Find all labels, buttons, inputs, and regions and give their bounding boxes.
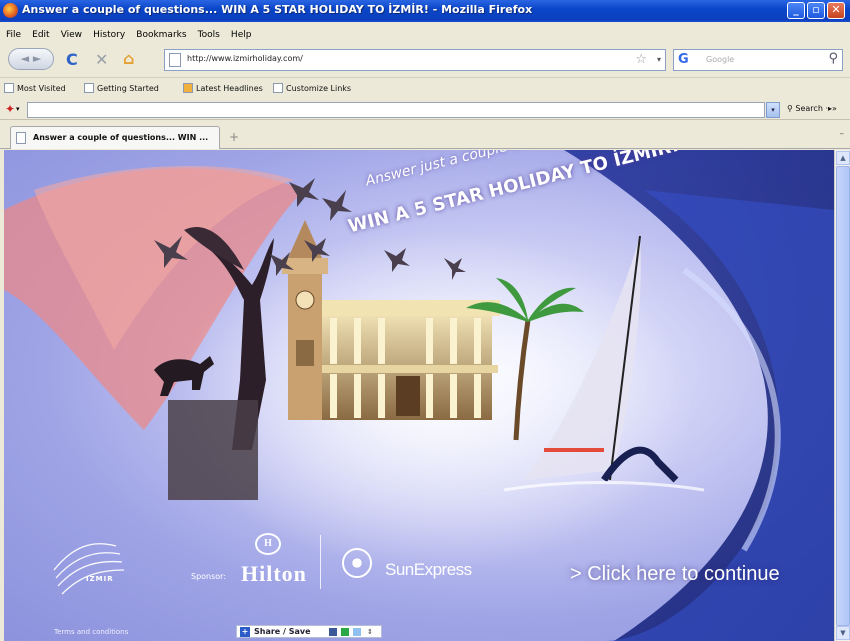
tab-strip: Answer a couple of questions... WIN ... … [0, 121, 850, 149]
page-icon [169, 53, 181, 67]
toolbar-dropdown-icon[interactable]: ▾ [16, 105, 20, 113]
menu-file[interactable]: File [6, 30, 21, 40]
reload-icon[interactable]: C [66, 50, 78, 69]
page-icon [16, 132, 26, 144]
new-tab-button[interactable]: + [224, 127, 244, 147]
tab-active[interactable]: Answer a couple of questions... WIN ... [10, 126, 220, 149]
toolbar-bird-icon[interactable]: ✦ [5, 102, 15, 116]
home-icon[interactable]: ⌂ [123, 49, 134, 68]
share-icon: + [240, 627, 250, 637]
bookmark-customize-links[interactable]: Customize Links [273, 83, 351, 93]
continue-link[interactable]: > Click here to continue [570, 563, 780, 586]
bookmark-icon [4, 83, 14, 93]
bookmarks-toolbar: Most Visited Getting Started Latest Head… [0, 79, 850, 99]
terms-link[interactable]: Terms and conditions [54, 628, 128, 636]
sponsor-label: Sponsor: [191, 572, 227, 581]
menu-view[interactable]: View [61, 30, 82, 40]
share-label: Share / Save [254, 627, 311, 636]
menu-bookmarks[interactable]: Bookmarks [136, 30, 186, 40]
bookmark-getting-started[interactable]: Getting Started [84, 83, 159, 93]
url-text[interactable]: http://www.izmirholiday.com/ [187, 54, 303, 63]
tab-label: Answer a couple of questions... WIN ... [33, 133, 209, 142]
url-bar[interactable]: http://www.izmirholiday.com/ ☆ ▾ [164, 49, 666, 71]
hilton-logo: Hilton [241, 561, 307, 586]
menu-help[interactable]: Help [231, 30, 252, 40]
izmir-logo-mark [53, 543, 125, 595]
library-ruins [314, 300, 500, 420]
bookmark-service-icon[interactable] [341, 628, 349, 636]
stop-icon[interactable]: ✕ [95, 50, 108, 69]
bookmark-latest-headlines[interactable]: Latest Headlines [183, 83, 263, 93]
window-title: Answer a couple of questions... WIN A 5 … [22, 3, 533, 16]
menu-history[interactable]: History [93, 30, 125, 40]
firefox-icon [3, 3, 18, 18]
hilton-logo-icon: H [255, 533, 281, 555]
bookmark-star-icon[interactable]: ☆ [635, 52, 647, 67]
google-icon[interactable]: G [678, 52, 689, 67]
minimize-button[interactable]: _ [787, 2, 805, 19]
menu-bar: File Edit View History Bookmarks Tools H… [0, 22, 850, 40]
share-save-button[interactable]: + Share / Save ⇕ [236, 625, 382, 638]
logo-divider [320, 535, 321, 589]
bookmark-icon [273, 83, 283, 93]
sunexpress-sun-icon [342, 548, 372, 578]
search-box[interactable]: G Google ⚲ [673, 49, 843, 71]
rss-icon [183, 83, 193, 93]
bookmark-most-visited[interactable]: Most Visited [4, 83, 66, 93]
close-window-button[interactable]: ✕ [827, 2, 845, 19]
tab-list-icon[interactable]: – [840, 129, 845, 139]
toolbar-input[interactable] [27, 102, 765, 118]
bookmark-icon [84, 83, 94, 93]
search-placeholder: Google [706, 55, 735, 64]
scroll-thumb[interactable] [836, 166, 850, 626]
email-icon[interactable] [353, 628, 361, 636]
url-dropdown-icon[interactable]: ▾ [657, 55, 661, 64]
facebook-icon[interactable] [329, 628, 337, 636]
menu-edit[interactable]: Edit [32, 30, 49, 40]
window-titlebar: Answer a couple of questions... WIN A 5 … [0, 0, 850, 22]
back-forward-buttons[interactable]: ◄ ► [8, 48, 54, 70]
scroll-down-arrow[interactable]: ▼ [836, 626, 850, 640]
search-icon[interactable]: ⚲ [828, 51, 838, 66]
izmir-logo-text: IZMIR [86, 575, 114, 583]
sunexpress-logo: SunExpress [385, 560, 472, 579]
page-content: Answer just a couple of questions... WIN… [4, 150, 834, 641]
toolbar-search-button[interactable]: ⚲ Search ·▸» [787, 104, 837, 113]
toolbar-input-dropdown[interactable]: ▾ [766, 102, 780, 118]
vertical-scrollbar[interactable]: ▲ ▼ [834, 150, 850, 641]
menu-tools[interactable]: Tools [198, 30, 220, 40]
extra-toolbar: ✦ ▾ ▾ ⚲ Search ·▸» [0, 100, 850, 120]
maximize-button[interactable]: ▫ [807, 2, 825, 19]
share-more-icon[interactable]: ⇕ [367, 628, 375, 636]
scroll-up-arrow[interactable]: ▲ [836, 151, 850, 165]
